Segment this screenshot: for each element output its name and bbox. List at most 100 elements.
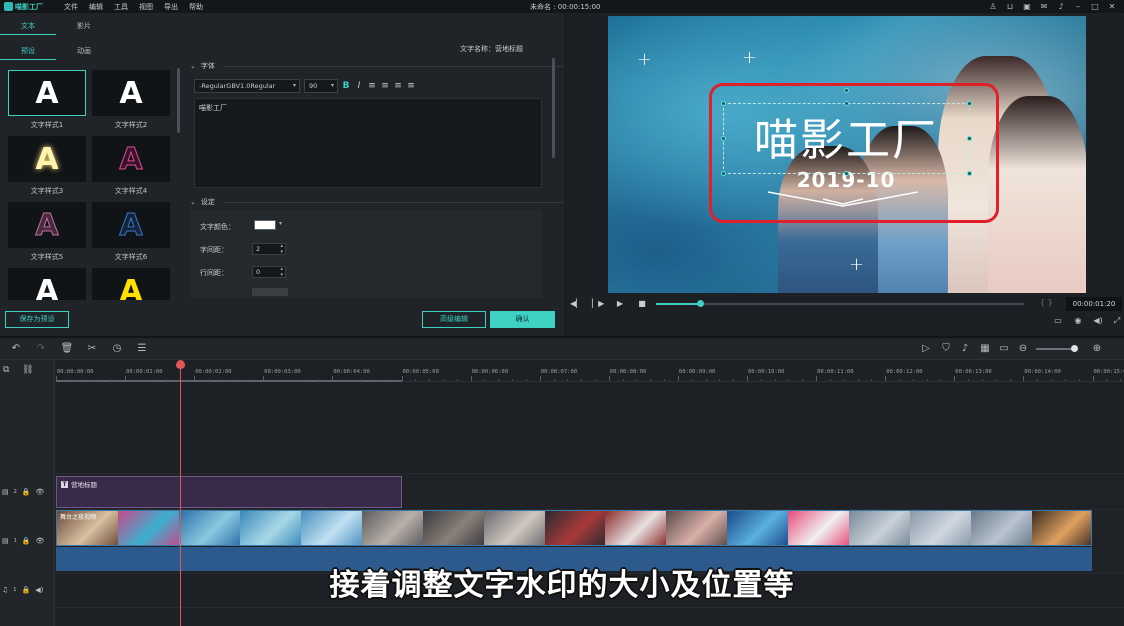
menu-file[interactable]: 文件 (64, 2, 78, 12)
title-clip[interactable]: T 营地标题 (56, 476, 402, 508)
align-left-button[interactable]: ≡ (367, 80, 377, 92)
record-voice-icon[interactable]: ♪ (958, 342, 972, 356)
eye-icon[interactable]: 👁 (36, 488, 45, 496)
align-justify-button[interactable]: ≡ (406, 80, 416, 92)
adjust-icon[interactable]: ☰ (135, 342, 149, 356)
ruler-minor-tick (346, 379, 348, 381)
advanced-edit-button[interactable]: 高级编辑 (422, 311, 486, 328)
text-style-item[interactable]: A 文字样式3 (8, 136, 86, 200)
cut-icon[interactable]: ✂ (85, 342, 99, 356)
menu-export[interactable]: 导出 (164, 2, 178, 12)
tab-film[interactable]: 影片 (56, 21, 112, 35)
text-style-item[interactable]: A 文字样式1 (8, 70, 86, 134)
mic-icon[interactable]: ♪ (1055, 1, 1067, 12)
menu-help[interactable]: 帮助 (189, 2, 203, 12)
style-grid-scrollbar[interactable] (177, 68, 180, 133)
redo-icon[interactable]: ↷ (34, 342, 48, 356)
text-style-item[interactable]: A (8, 268, 86, 300)
text-color-swatch[interactable] (254, 220, 276, 230)
mark-in-out-icon[interactable]: { } (1040, 298, 1053, 307)
tab-animation[interactable]: 动画 (56, 46, 112, 60)
font-section-header[interactable]: ⌄ 字体 (190, 61, 563, 71)
lock-icon[interactable]: 🔒 (22, 488, 31, 496)
add-track-icon[interactable]: ⧉ (3, 365, 9, 375)
step-icon[interactable]: ▏▶ (592, 298, 604, 310)
snapshot-icon[interactable]: ◉ (1072, 316, 1084, 325)
mail-icon[interactable]: ✉ (1038, 1, 1050, 12)
video-clip[interactable] (56, 510, 1092, 546)
seek-handle[interactable] (697, 300, 705, 307)
font-family-select[interactable]: -RegularGBV1.0Regular ▾ (194, 79, 300, 93)
fullscreen-icon[interactable]: ⤢ (1111, 316, 1123, 326)
track-type-icon: ▤ (2, 537, 9, 545)
ruler-minor-tick (152, 379, 154, 381)
snap-icon[interactable]: ▦ (978, 342, 992, 356)
minimize-icon[interactable]: – (1072, 1, 1084, 12)
ruler-minor-tick (525, 379, 527, 381)
chevron-down-icon[interactable]: ▾ (279, 220, 282, 227)
undo-icon[interactable]: ↶ (9, 342, 23, 356)
cart-icon[interactable]: ⊔ (1004, 1, 1016, 12)
align-right-button[interactable]: ≡ (393, 80, 403, 92)
split-screen-icon[interactable]: ▭ (997, 342, 1011, 356)
save-preset-button[interactable]: 保存为预设 (5, 311, 69, 328)
text-content-input[interactable]: 喵影工厂 (194, 98, 542, 188)
speed-icon[interactable]: ◷ (110, 342, 124, 356)
ruler-minor-tick (664, 379, 666, 381)
tab-preset[interactable]: 预设 (0, 46, 56, 60)
empty-track (56, 382, 1124, 474)
marker-icon[interactable]: ⛉ (939, 342, 953, 356)
volume-icon[interactable]: ◀) (1092, 316, 1104, 325)
menu-view[interactable]: 视图 (139, 2, 153, 12)
font-size-select[interactable]: 90 ▾ (304, 79, 338, 93)
stop-icon[interactable]: ■ (636, 298, 648, 310)
confirm-button[interactable]: 确认 (490, 311, 555, 328)
close-icon[interactable]: ✕ (1106, 1, 1118, 12)
render-icon[interactable]: ▷ (919, 342, 933, 356)
line-spacing-stepper[interactable]: 0 ▴ ▾ (252, 266, 286, 278)
display-icon[interactable]: ▭ (1052, 316, 1064, 325)
zoom-out-icon[interactable]: ⊖ (1016, 342, 1030, 356)
text-style-item[interactable]: A 文字样式4 (92, 136, 170, 200)
alignment-buttons[interactable] (252, 288, 288, 296)
logo-icon (4, 2, 13, 11)
text-style-item[interactable]: A 文字样式5 (8, 202, 86, 266)
eye-icon[interactable]: 👁 (36, 537, 45, 545)
account-icon[interactable]: ♙ (987, 1, 999, 12)
delete-icon[interactable]: 🗑 (60, 342, 74, 356)
zoom-in-icon[interactable]: ⊕ (1090, 342, 1104, 356)
save-icon[interactable]: ▣ (1021, 1, 1033, 12)
ruler-minor-tick (318, 379, 320, 381)
panel-scrollbar[interactable] (552, 58, 555, 158)
section-divider (222, 201, 563, 203)
text-style-item[interactable]: A (92, 268, 170, 300)
align-center-button[interactable]: ≡ (380, 80, 390, 92)
menu-tools[interactable]: 工具 (114, 2, 128, 12)
ruler-minor-tick (512, 379, 514, 381)
preview-canvas[interactable]: + + + 喵影工厂 2019-10 (608, 16, 1086, 293)
crosshair-icon: + (742, 47, 758, 68)
link-icon[interactable]: ⛓ (22, 365, 33, 375)
text-style-item[interactable]: A 文字样式6 (92, 202, 170, 266)
settings-section-header[interactable]: ⌄ 设定 (190, 197, 563, 207)
bold-button[interactable]: B (341, 80, 351, 92)
stepper-arrows-icon[interactable]: ▴ ▾ (280, 266, 283, 278)
italic-button[interactable]: I (354, 80, 364, 92)
ruler-tick-label: 00:00:02:00 (195, 369, 232, 375)
letter-spacing-stepper[interactable]: 2 ▴ ▾ (252, 243, 286, 255)
seek-bar[interactable] (656, 300, 1024, 307)
maximize-icon[interactable]: □ (1089, 1, 1101, 12)
lock-icon[interactable]: 🔒 (22, 537, 31, 545)
ruler-tick (470, 376, 472, 381)
prev-frame-icon[interactable]: ◀▏ (570, 298, 582, 310)
ruler-tick (816, 376, 818, 381)
tab-text[interactable]: 文本 (0, 21, 56, 35)
text-style-item[interactable]: A 文字样式2 (92, 70, 170, 134)
time-ruler[interactable]: 00:00:00:00 00:00:01:00 00:00:02:00 00:00:0… (56, 360, 1124, 382)
play-icon[interactable]: ▶ (614, 298, 626, 310)
menu-edit[interactable]: 编辑 (89, 2, 103, 12)
zoom-handle[interactable] (1071, 345, 1078, 352)
stepper-arrows-icon[interactable]: ▴ ▾ (280, 243, 283, 255)
video-thumbnail-frame (361, 511, 423, 545)
ruler-tick (608, 376, 610, 381)
